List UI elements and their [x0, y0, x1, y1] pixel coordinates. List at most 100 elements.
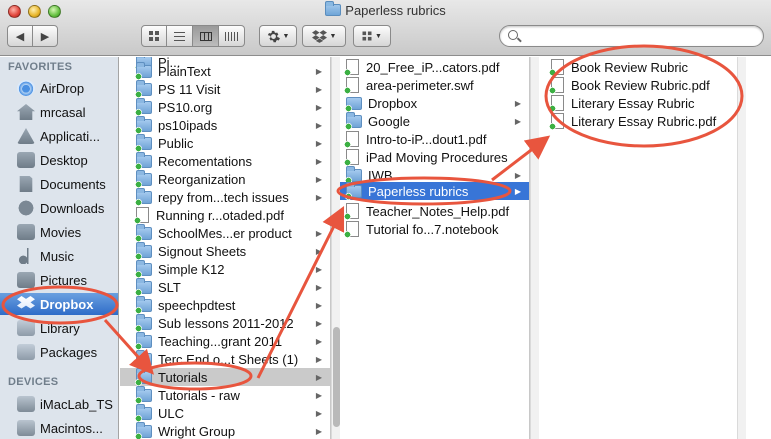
home-icon	[17, 104, 35, 120]
sidebar-item-pictures[interactable]: Pictures	[0, 269, 118, 291]
list-item[interactable]: repy from...tech issues ▶	[120, 187, 330, 206]
icon-view-button[interactable]	[141, 25, 167, 47]
list-view-icon	[174, 31, 185, 41]
computer-icon	[17, 396, 35, 412]
search-field[interactable]	[499, 25, 764, 47]
back-button[interactable]: ◀	[7, 25, 33, 47]
column2-scrollbar[interactable]	[530, 57, 539, 439]
column1-scrollbar[interactable]	[331, 57, 340, 439]
chevron-right-icon: ▶	[315, 174, 322, 184]
list-item-paperless-rubrics[interactable]: Paperless rubrics ▶	[340, 181, 529, 200]
list-item[interactable]: Literary Essay Rubric.pdf	[545, 112, 737, 130]
list-item[interactable]: Intro-to-iP...dout1.pdf	[340, 130, 529, 148]
list-item[interactable]: Running r...otaded.pdf	[120, 206, 330, 224]
list-item[interactable]: SLT ▶	[120, 277, 330, 296]
chevron-right-icon: ▶	[315, 102, 322, 112]
sidebar-item-applications[interactable]: Applicati...	[0, 125, 118, 147]
list-item[interactable]: PS10.org ▶	[120, 97, 330, 116]
chevron-right-icon: ▶	[315, 408, 322, 418]
list-item[interactable]: PS 11 Visit ▶	[120, 79, 330, 98]
sidebar-item-packages[interactable]: Packages	[0, 341, 118, 363]
sidebar-item-downloads[interactable]: Downloads	[0, 197, 118, 219]
chevron-right-icon: ▶	[315, 426, 322, 436]
sidebar-item-dropbox[interactable]: Dropbox	[0, 293, 118, 315]
folder-icon	[135, 97, 152, 116]
folder-icon	[135, 61, 152, 80]
chevron-down-icon: ▼	[282, 32, 290, 40]
applications-icon	[17, 128, 35, 144]
action-menu-button[interactable]: ▼	[259, 25, 297, 47]
folder-icon	[135, 133, 152, 152]
list-item[interactable]: ps10ipads ▶	[120, 115, 330, 134]
list-item[interactable]: Book Review Rubric	[545, 58, 737, 76]
back-arrow-icon: ◀	[15, 30, 25, 43]
column3-scrollbar[interactable]	[737, 57, 746, 439]
folder-icon	[345, 111, 362, 130]
folder-icon	[135, 313, 152, 332]
list-item[interactable]: iPad Moving Procedures	[340, 148, 529, 166]
document-icon	[549, 59, 564, 76]
list-item[interactable]: ULC ▶	[120, 403, 330, 422]
list-item[interactable]: SchoolMes...er product ▶	[120, 223, 330, 242]
chevron-right-icon: ▶	[315, 246, 322, 256]
list-item[interactable]: Tutorials - raw ▶	[120, 385, 330, 404]
sidebar-item-music[interactable]: Music	[0, 245, 118, 267]
list-item-tutorials[interactable]: Tutorials ▶	[120, 367, 330, 386]
list-view-button[interactable]	[167, 25, 193, 47]
sidebar-item-movies[interactable]: Movies	[0, 221, 118, 243]
list-item[interactable]: Terc End o...t Sheets (1) ▶	[120, 349, 330, 368]
view-mode-group	[141, 25, 245, 47]
list-item[interactable]: 20_Free_iP...cators.pdf	[340, 58, 529, 76]
dropbox-icon	[311, 29, 327, 43]
chevron-right-icon: ▶	[315, 372, 322, 382]
folder-icon	[325, 1, 342, 16]
list-item[interactable]: Tutorial fo...7.notebook	[340, 220, 529, 238]
icon-view-icon	[149, 31, 159, 41]
sidebar-item-home[interactable]: mrcasal	[0, 101, 118, 123]
cover-flow-icon	[225, 31, 238, 41]
sidebar-item-desktop[interactable]: Desktop	[0, 149, 118, 171]
dropbox-menu-button[interactable]: ▼	[302, 25, 346, 47]
pdf-file-icon	[344, 59, 359, 76]
folder-icon	[345, 165, 362, 184]
list-item[interactable]: Public ▶	[120, 133, 330, 152]
airdrop-icon	[17, 80, 35, 96]
chevron-down-icon: ▼	[329, 32, 337, 40]
arrange-menu-button[interactable]: ▼	[353, 25, 391, 47]
chevron-right-icon: ▶	[315, 120, 322, 130]
list-item[interactable]: Sub lessons 2011-2012 ▶	[120, 313, 330, 332]
sidebar-item-airdrop[interactable]: AirDrop	[0, 77, 118, 99]
list-item[interactable]: Book Review Rubric.pdf	[545, 76, 737, 94]
chevron-right-icon: ▶	[315, 318, 322, 328]
chevron-down-icon: ▼	[375, 32, 382, 40]
list-item[interactable]: Wright Group ▶	[120, 421, 330, 439]
scrollbar-thumb[interactable]	[333, 327, 340, 427]
list-item[interactable]: Signout Sheets ▶	[120, 241, 330, 260]
favorites-header: FAVORITES	[8, 61, 73, 73]
list-item[interactable]: PlainText ▶	[120, 61, 330, 80]
list-item[interactable]: Teacher_Notes_Help.pdf	[340, 202, 529, 220]
chevron-right-icon: ▶	[315, 138, 322, 148]
list-item[interactable]: Simple K12 ▶	[120, 259, 330, 278]
cover-flow-button[interactable]	[219, 25, 245, 47]
sidebar-item-imaclab[interactable]: iMacLab_TS	[0, 393, 118, 415]
forward-button[interactable]: ▶	[32, 25, 58, 47]
movies-icon	[17, 224, 35, 240]
list-item[interactable]: Teaching...grant 2011 ▶	[120, 331, 330, 350]
packages-icon	[17, 344, 35, 360]
column-view-button[interactable]	[193, 25, 219, 47]
list-item[interactable]: Google ▶	[340, 111, 529, 130]
list-item[interactable]: Dropbox ▶	[340, 94, 529, 112]
list-item[interactable]: area-perimeter.swf	[340, 76, 529, 94]
pdf-file-icon	[344, 131, 359, 148]
sidebar-item-documents[interactable]: Documents	[0, 173, 118, 195]
list-item[interactable]: Recomentations ▶	[120, 151, 330, 170]
folder-icon	[135, 403, 152, 422]
downloads-icon	[17, 200, 35, 216]
chevron-right-icon: ▶	[514, 170, 521, 180]
sidebar-item-library[interactable]: Library	[0, 317, 118, 339]
sidebar-item-macintosh-hd[interactable]: Macintos...	[0, 417, 118, 439]
list-item[interactable]: Reorganization ▶	[120, 169, 330, 188]
list-item[interactable]: speechpdtest ▶	[120, 295, 330, 314]
list-item[interactable]: Literary Essay Rubric	[545, 94, 737, 112]
